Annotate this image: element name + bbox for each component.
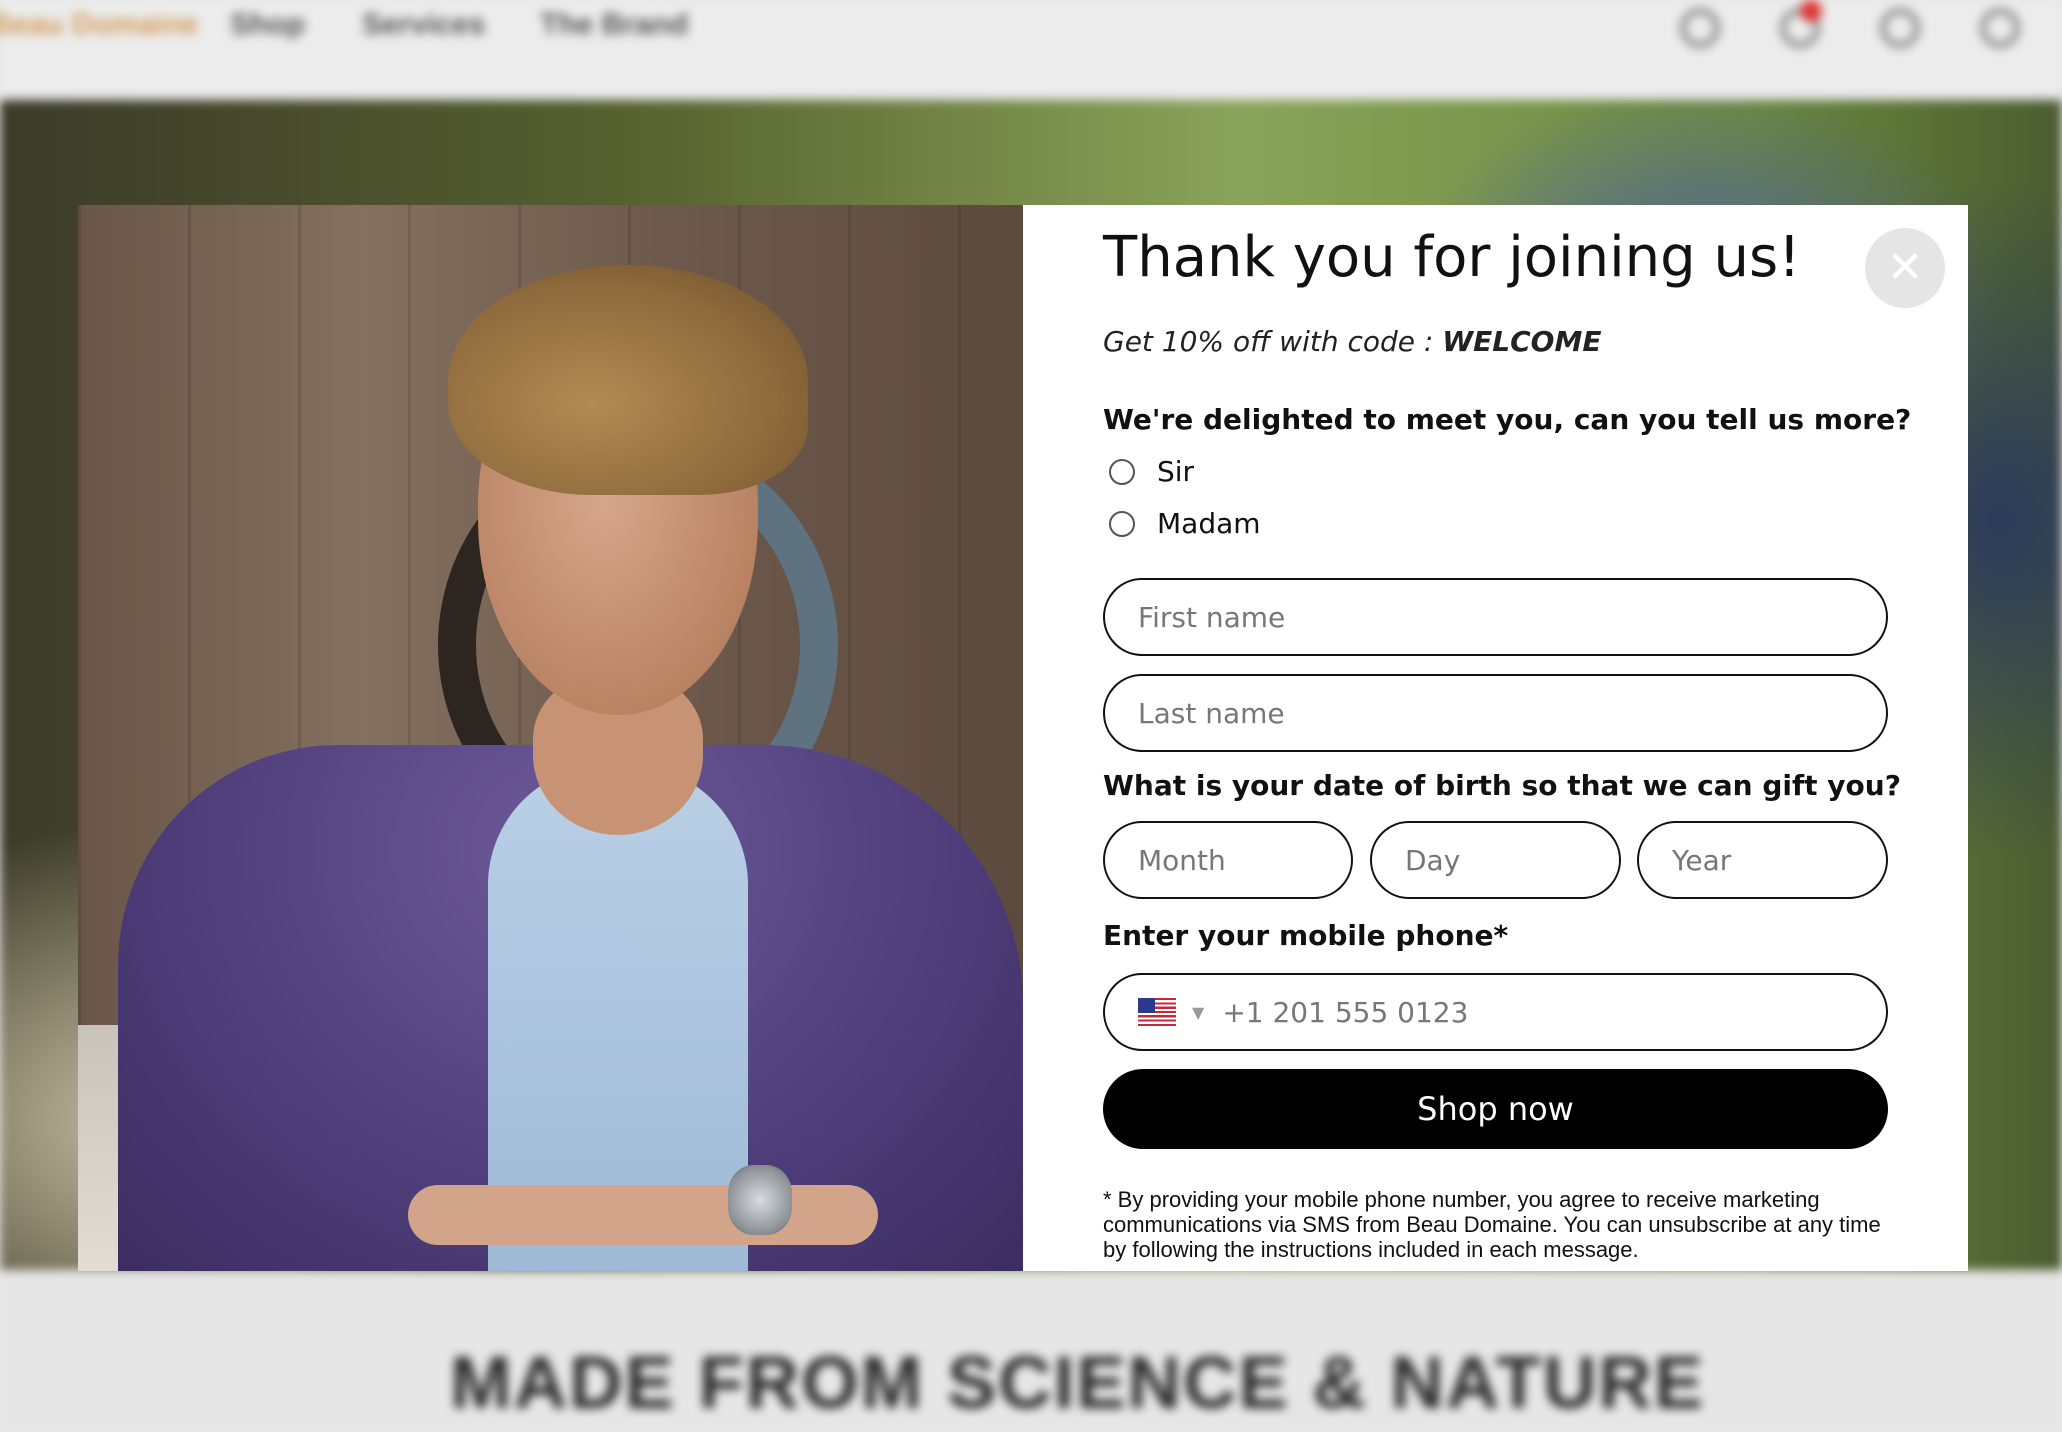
signup-form: ✕ Thank you for joining us! Get 10% off …	[1023, 205, 1968, 1271]
close-button[interactable]: ✕	[1865, 228, 1945, 308]
dob-question: What is your date of birth so that we ca…	[1103, 769, 1901, 802]
promo-text: Get 10% off with code : WELCOME	[1103, 325, 1602, 358]
radio-label-madam: Madam	[1157, 507, 1261, 540]
radio-option-sir[interactable]: Sir	[1109, 455, 1194, 488]
phone-label: Enter your mobile phone*	[1103, 919, 1509, 952]
site-logo: Beau Domaine	[0, 8, 199, 41]
modal-title: Thank you for joining us!	[1103, 225, 1801, 290]
cart-icon	[1980, 8, 2020, 48]
phone-field[interactable]: ▼ +1 201 555 0123	[1103, 973, 1888, 1051]
model-photo	[78, 205, 1023, 1271]
last-name-field[interactable]: Last name	[1103, 674, 1888, 752]
radio-madam[interactable]	[1109, 510, 1135, 537]
nav-brand: The Brand	[540, 8, 689, 41]
radio-sir[interactable]	[1109, 458, 1135, 485]
notification-badge	[1800, 0, 1822, 22]
account-icon	[1880, 8, 1920, 48]
search-icon	[1680, 8, 1720, 48]
radio-label-sir: Sir	[1157, 455, 1195, 488]
chevron-down-icon[interactable]: ▼	[1192, 1003, 1204, 1022]
dob-month-field[interactable]: Month	[1103, 821, 1353, 899]
radio-option-madam[interactable]: Madam	[1109, 507, 1261, 540]
section-heading: MADE FROM SCIENCE & NATURE	[450, 1341, 1706, 1424]
shop-now-button[interactable]: Shop now	[1103, 1069, 1888, 1149]
us-flag-icon[interactable]	[1138, 998, 1176, 1026]
close-icon: ✕	[1886, 242, 1924, 293]
salutation-question: We're delighted to meet you, can you tel…	[1103, 403, 1912, 436]
site-header: Beau Domaine Shop Services The Brand	[0, 0, 2062, 92]
promo-code: WELCOME	[1442, 325, 1602, 358]
nav-shop: Shop	[230, 8, 305, 41]
dob-day-field[interactable]: Day	[1370, 821, 1621, 899]
nav-services: Services	[362, 8, 486, 41]
signup-modal: ✕ Thank you for joining us! Get 10% off …	[78, 205, 1968, 1271]
sms-disclaimer: * By providing your mobile phone number,…	[1103, 1187, 1881, 1262]
dob-year-field[interactable]: Year	[1637, 821, 1888, 899]
first-name-field[interactable]: First name	[1103, 578, 1888, 656]
